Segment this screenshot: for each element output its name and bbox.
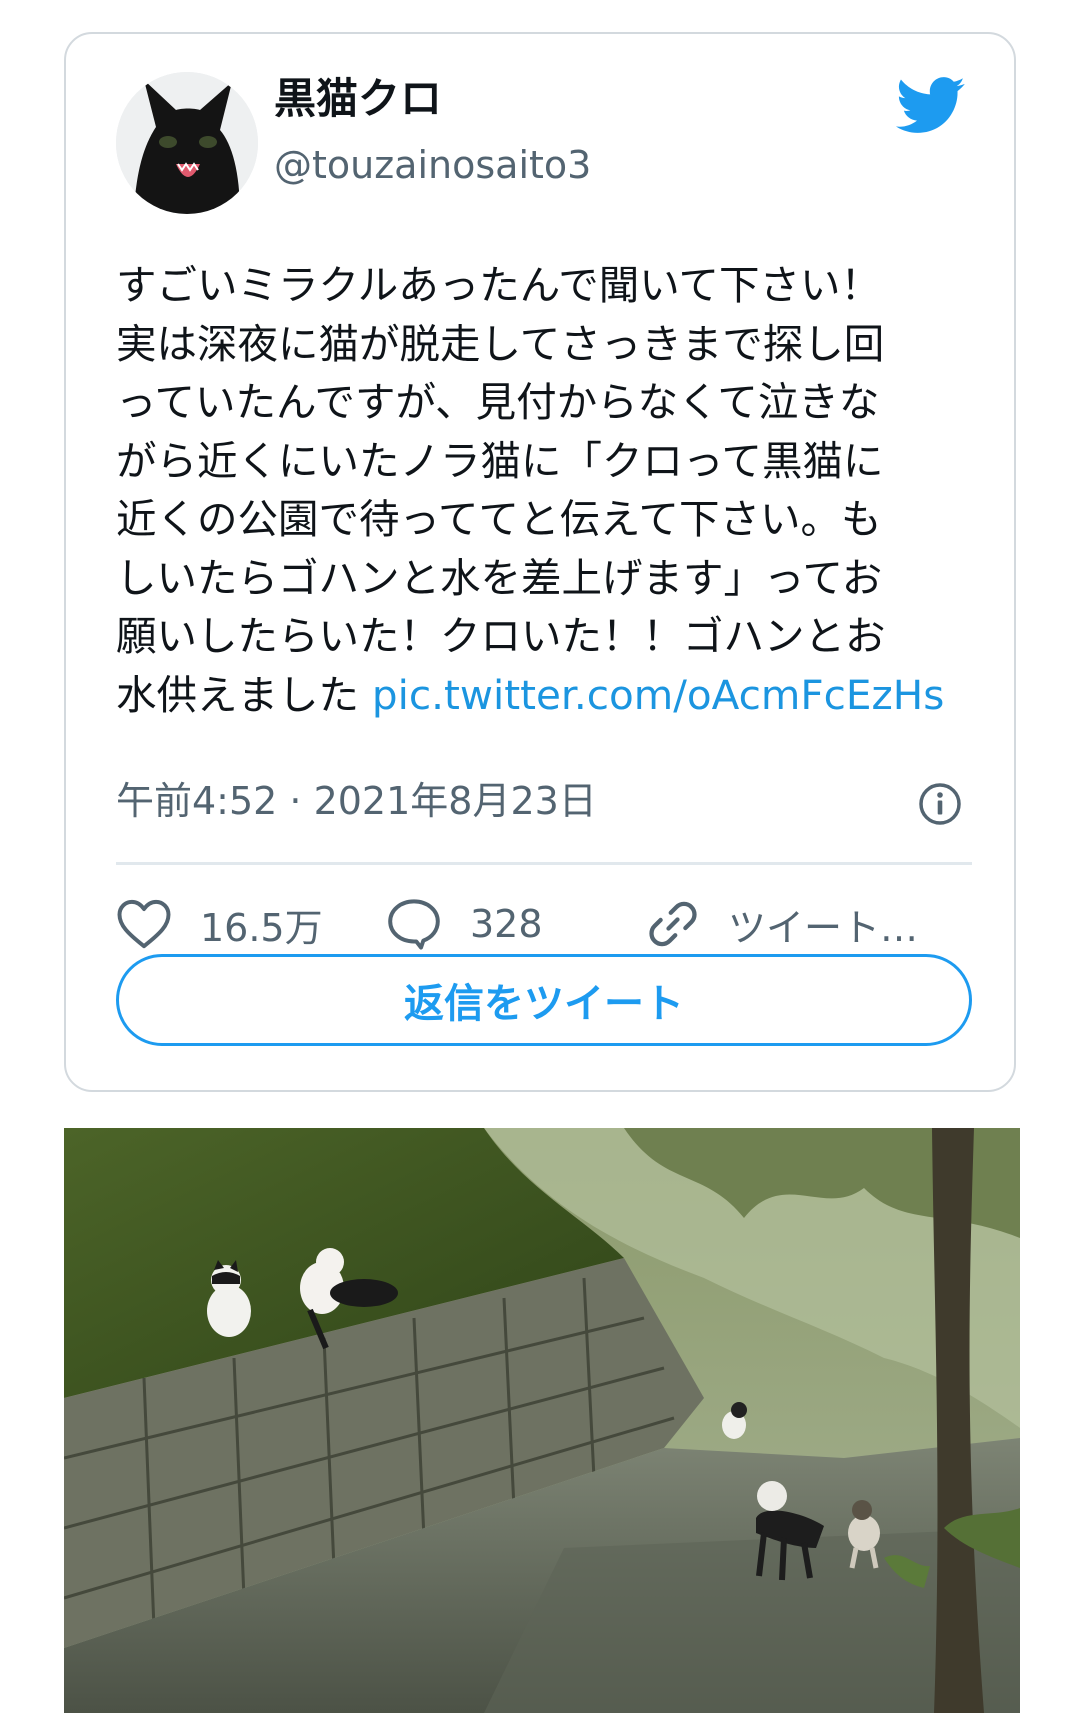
copy-link-label: ツイート… [728, 905, 919, 950]
avatar[interactable] [116, 72, 258, 214]
user-handle[interactable]: @touzainosaito3 [274, 146, 591, 184]
twitter-bird-icon[interactable] [896, 76, 966, 136]
tweet-text-line: 近くの公園で待っててと伝えて下さい。も [116, 495, 882, 543]
tweet-text-line: 願いしたらいた！クロいた！！ゴハンとお [116, 612, 886, 660]
tweet-text-line: がら近くにいたノラ猫に「クロって黒猫に [116, 436, 884, 485]
info-icon[interactable] [918, 782, 962, 826]
tweet-card: 黒猫クロ @touzainosaito3 すごいミラクルあったんで聞いて下さい！… [64, 32, 1016, 1092]
speech-bubble-icon [388, 899, 440, 950]
black-cat-avatar-icon [116, 72, 258, 214]
reply-count: 328 [470, 902, 543, 946]
pic-link[interactable]: pic.twitter.com/oAcmFcEzHs [372, 671, 944, 719]
copy-link-button[interactable]: ツイート… [646, 894, 918, 954]
divider [116, 862, 972, 865]
tweet-photo[interactable] [64, 1128, 1020, 1713]
tweet-text-line: っていたんですが、見付からなくて泣きな [116, 378, 880, 426]
tweet-text-line: しいたらゴハンと水を差上げます」ってお [116, 553, 883, 602]
tweet-timestamp[interactable]: 午前4:52 · 2021年8月23日 [116, 782, 597, 820]
reply-count-button[interactable]: 328 [386, 894, 543, 954]
like-button[interactable]: 16.5万 [116, 894, 323, 954]
tweet-actions: 16.5万 328 ツイート… [116, 894, 972, 954]
cats-on-stone-wall-photo-icon [64, 1128, 1020, 1713]
display-name[interactable]: 黒猫クロ [274, 78, 442, 120]
tweet-text-last-line: 水供えました pic.twitter.com/oAcmFcEzHs [116, 666, 961, 725]
tweet-text: すごいミラクルあったんで聞いて下さい！ 実は深夜に猫が脱走してさっきまで探し回 … [116, 256, 961, 724]
tweet-text-tail: 水供えました [116, 670, 359, 719]
tweet-text-line: すごいミラクルあったんで聞いて下さい！ [116, 261, 882, 309]
tweet-text-line: 実は深夜に猫が脱走してさっきまで探し回 [116, 319, 885, 368]
link-icon [649, 901, 697, 947]
reply-tweet-button[interactable]: 返信をツイート [116, 954, 972, 1046]
heart-icon [117, 899, 171, 949]
like-count: 16.5万 [200, 905, 323, 950]
